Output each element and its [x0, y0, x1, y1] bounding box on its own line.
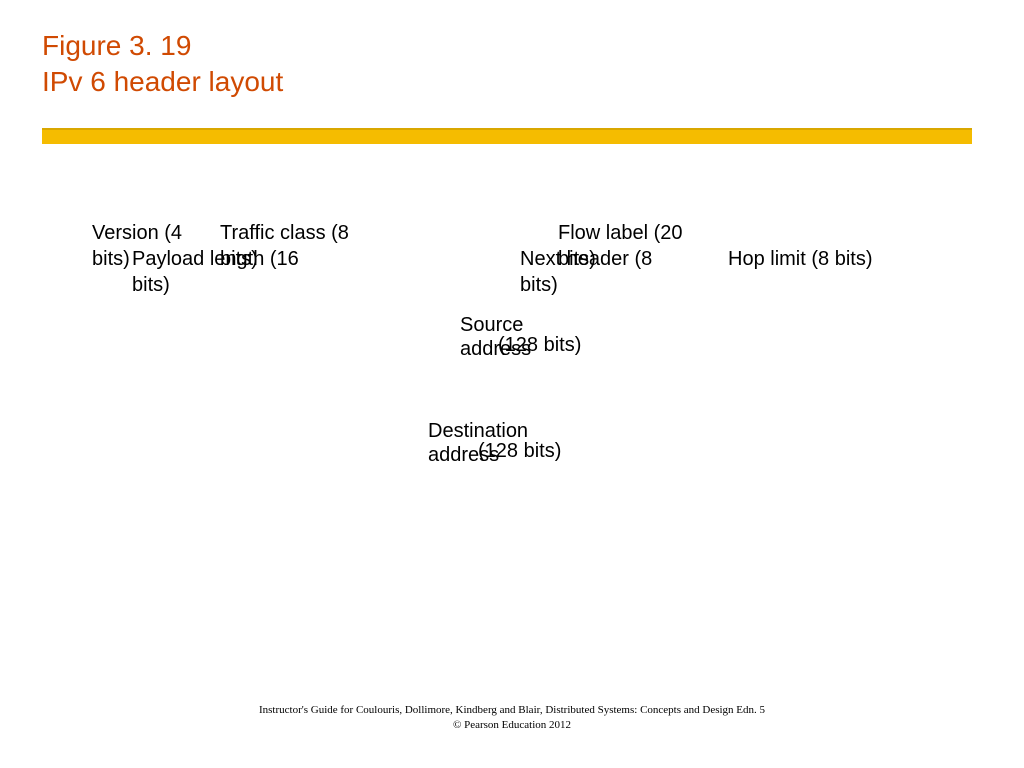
footer-line2: © Pearson Education 2012 — [0, 718, 1024, 732]
footer-attribution: Instructor's Guide for Coulouris, Dollim… — [0, 703, 1024, 732]
figure-caption: IPv 6 header layout — [42, 64, 1024, 100]
field-hop-limit: Hop limit (8 bits) — [728, 248, 872, 271]
field-destination-address-bits: (128 bits) — [478, 440, 561, 463]
figure-title-block: Figure 3. 19 IPv 6 header layout — [0, 0, 1024, 101]
destination-address-row: Destination address (128 bits) — [80, 420, 940, 472]
field-version-line2: bits) — [92, 248, 130, 271]
field-traffic-class-line1: Traffic class (8 — [220, 222, 349, 245]
footer-line1: Instructor's Guide for Coulouris, Dollim… — [0, 703, 1024, 717]
divider-bar — [42, 128, 972, 144]
field-payload-length-line2: bits) — [132, 274, 170, 297]
field-version-line1: Version (4 — [92, 222, 182, 245]
header-row-1: Version (4 Traffic class (8 Flow label (… — [80, 222, 940, 248]
field-payload-length-line1: Payload length (16 — [132, 248, 299, 271]
source-address-row: Source address (128 bits) — [80, 314, 940, 366]
header-row-3: bits) bits) — [80, 274, 940, 300]
field-next-header-line1: Next header (8 — [520, 248, 652, 271]
ipv6-header-diagram: Version (4 Traffic class (8 Flow label (… — [80, 222, 940, 472]
field-flow-label-line1: Flow label (20 — [558, 222, 683, 245]
field-next-header-line2: bits) — [520, 274, 558, 297]
field-source-address-bits: (128 bits) — [498, 334, 581, 357]
header-row-2: bits) bits) Payload length (16 bits) Nex… — [80, 248, 940, 274]
figure-number: Figure 3. 19 — [42, 28, 1024, 64]
